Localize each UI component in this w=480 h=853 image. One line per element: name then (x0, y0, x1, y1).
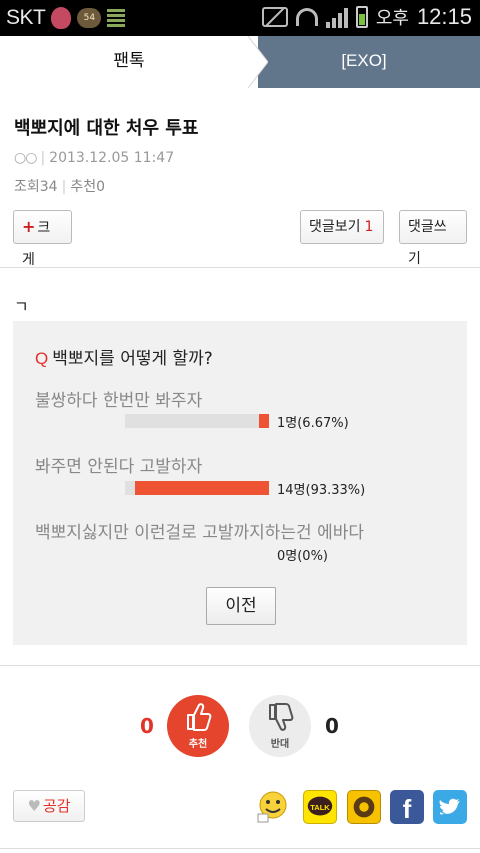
poll-option-bar-fill (259, 414, 269, 428)
poll-option-label[interactable]: 봐주면 안된다 고발하자 (35, 452, 202, 477)
recommend-label: 추천 (70, 179, 97, 195)
poll-box: Q 백뽀지를 어떻게 할까? 불쌍하다 한번만 봐주자 1명(6.67%) 봐주면… (13, 321, 467, 645)
downvote-label: 반대 (270, 739, 290, 750)
tab-bar: 팬톡 [EXO] (0, 36, 480, 88)
divider (0, 665, 480, 666)
recommend-count: 0 (96, 179, 105, 195)
like-label: 공감 (42, 797, 71, 815)
share-kakaostory-button[interactable] (347, 790, 381, 824)
comment-count: 1 (364, 219, 374, 235)
ampm-label: 오후 (375, 8, 409, 29)
poll-option-label[interactable]: 불쌍하다 한번만 봐주자 (35, 386, 202, 411)
poll-option-bar-fill (134, 481, 269, 495)
downvote-button[interactable]: 반대 (249, 695, 311, 757)
kakaotalk-icon: TALK (307, 796, 333, 816)
heart-icon: ♥ (27, 797, 41, 815)
poll-question-text: 백뽀지를 어떻게 할까? (52, 349, 213, 369)
question-marker: Q (35, 349, 49, 368)
clock-time: 12:15 (416, 4, 472, 29)
view-comments-label: 댓글보기 (309, 219, 361, 235)
battery-icon (355, 6, 368, 28)
post-date: 2013.12.05 11:47 (49, 150, 175, 166)
tab-fantalk[interactable]: 팬톡 (0, 36, 258, 88)
post-body: ㄱ (14, 297, 29, 316)
poll-option-result: 14명(93.33%) (277, 483, 366, 498)
views-label: 조회 (14, 179, 40, 195)
views-count: 34 (39, 179, 58, 195)
share-twitter-button[interactable] (433, 790, 467, 824)
post-meta: ○○ | 2013.12.05 11:47 (14, 150, 175, 166)
status-bar: SKT 54 오후 12:15 (0, 0, 480, 36)
upvote-label: 추천 (188, 739, 208, 750)
upvote-count: 0 (140, 714, 154, 738)
notification-badge-icon: 54 (77, 8, 102, 28)
wifi-icon (295, 8, 318, 26)
kakaostory-icon (353, 796, 375, 818)
signal-icon (325, 6, 348, 28)
prev-button[interactable]: 이전 (206, 587, 276, 625)
tab-exo[interactable]: [EXO] (248, 36, 480, 88)
thumbs-down-icon (269, 703, 294, 731)
post-title: 백뽀지에 대한 처우 투표 (14, 118, 199, 139)
view-comments-button[interactable]: 댓글보기 1 (300, 210, 384, 244)
facebook-icon: f (402, 794, 412, 824)
upvote-button[interactable]: 추천 (167, 695, 229, 757)
notification-list-icon (107, 9, 126, 27)
plus-icon: + (22, 217, 36, 236)
like-button[interactable]: ♥ 공감 (13, 790, 85, 822)
mute-icon (261, 7, 288, 27)
poll-option-result: 1명(6.67%) (277, 416, 349, 431)
thumbs-up-icon (187, 703, 212, 731)
carrier-label: SKT (6, 6, 46, 29)
kakaotalk-text: TALK (310, 803, 330, 812)
poll-option-bar (125, 414, 269, 428)
divider (0, 267, 480, 268)
font-size-button[interactable]: + 크게 (13, 210, 72, 268)
share-facebook-button[interactable]: f (390, 790, 424, 824)
twitter-icon (439, 798, 460, 815)
emoticon-icon (257, 791, 287, 823)
poll-option-label[interactable]: 백뽀지싫지만 이런걸로 고발까지하는건 에바다 (35, 518, 364, 543)
divider (0, 848, 480, 849)
share-kakaotalk-button[interactable]: TALK (303, 790, 337, 824)
share-emoticon-button[interactable] (256, 790, 290, 824)
write-comment-button[interactable]: 댓글쓰기 (399, 210, 467, 267)
poll-option-bar (125, 481, 269, 495)
notification-app-icon (51, 7, 72, 29)
post-stats: 조회34 | 추천0 (14, 179, 105, 195)
poll-question: Q 백뽀지를 어떻게 할까? (35, 344, 213, 369)
poll-option-result: 0명(0%) (277, 549, 328, 564)
post-author: ○○ (14, 150, 37, 166)
downvote-count: 0 (325, 714, 339, 738)
